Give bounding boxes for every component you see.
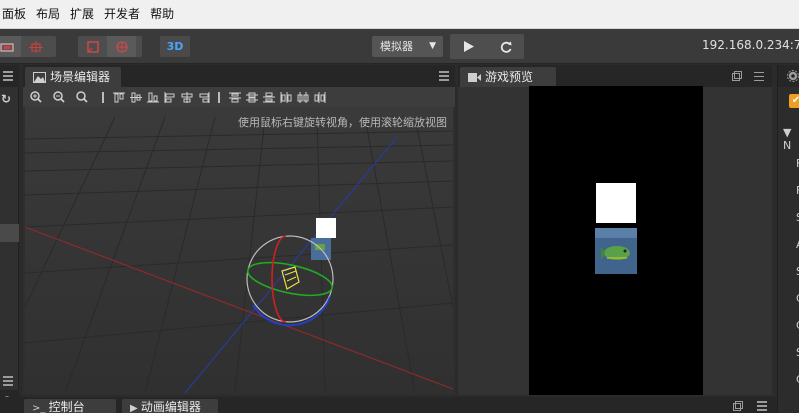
inspector-panel: ✔ ▼ N F F S A S C C S C xyxy=(777,65,799,413)
main-toolbar: 3D 模拟器 ▼ 192.168.0.234:745 xyxy=(0,29,799,64)
toolbar-divider xyxy=(218,91,220,103)
tab-game-preview-label: 游戏预览 xyxy=(485,70,534,84)
node-active-checkbox[interactable]: ✔ xyxy=(789,94,799,108)
hamburger-icon[interactable] xyxy=(3,71,13,81)
hamburger-icon[interactable] xyxy=(754,71,764,81)
hamburger-icon[interactable] xyxy=(439,71,449,81)
scene-3d-view xyxy=(25,107,453,393)
grid-icon xyxy=(115,40,128,53)
inspector-tabstrip xyxy=(778,65,799,87)
gizmo-group xyxy=(0,36,56,57)
tab-animation-editor[interactable]: ▶ 动画编辑器 xyxy=(122,399,218,413)
play-icon xyxy=(463,41,474,52)
zoom-in-icon[interactable] xyxy=(30,91,47,103)
refresh-button[interactable] xyxy=(487,34,524,59)
distribute-vcenter-icon[interactable] xyxy=(243,91,260,103)
preview-url[interactable]: 192.168.0.234:745 xyxy=(702,38,799,52)
mountain-icon xyxy=(33,71,46,83)
menu-developer[interactable]: 开发者 xyxy=(99,0,145,29)
section-header[interactable]: ▼ N xyxy=(783,126,799,152)
play-controls xyxy=(450,34,524,59)
menu-bar: 面板 布局 扩展 开发者 帮助 xyxy=(0,0,799,29)
scene-tabstrip: 场景编辑器 xyxy=(23,65,455,87)
grid-tool-button[interactable] xyxy=(107,36,136,57)
tab-animation-editor-label: 动画编辑器 xyxy=(140,400,201,413)
film-icon: ▶ xyxy=(130,403,141,413)
align-top-icon[interactable] xyxy=(110,91,127,103)
play-button[interactable] xyxy=(450,34,487,59)
hamburger-icon[interactable] xyxy=(757,401,767,411)
distribute-left-icon[interactable] xyxy=(277,91,294,103)
local-global-toggle-button[interactable] xyxy=(21,36,50,57)
distribute-right-icon[interactable] xyxy=(311,91,328,103)
viewport-hint: 使用鼠标右键旋转视角，使用滚轮缩放视图 xyxy=(238,116,447,129)
game-canvas[interactable] xyxy=(529,86,703,395)
video-camera-icon xyxy=(468,72,481,82)
gear-icon[interactable] xyxy=(787,70,799,82)
align-hcenter-icon[interactable] xyxy=(178,91,195,103)
game-preview-panel: 游戏预览 xyxy=(458,65,772,395)
hierarchy-tabstrip xyxy=(0,65,19,87)
toolbar-divider xyxy=(102,91,104,103)
distribute-hcenter-icon[interactable] xyxy=(294,91,311,103)
crosshair-icon xyxy=(28,40,43,53)
fish-cube-sprite xyxy=(595,228,637,274)
simulator-select[interactable]: 模拟器 ▼ xyxy=(372,36,443,57)
popout-icon[interactable] xyxy=(732,71,742,81)
popout-icon[interactable] xyxy=(733,401,743,411)
align-vcenter-icon[interactable] xyxy=(127,91,144,103)
distribute-bottom-icon[interactable] xyxy=(260,91,277,103)
game-panel-actions xyxy=(732,71,764,81)
scene-viewport[interactable]: 使用鼠标右键旋转视角，使用滚轮缩放视图 xyxy=(25,107,453,393)
simulator-label: 模拟器 xyxy=(380,40,413,53)
tab-scene-editor[interactable]: 场景编辑器 xyxy=(25,67,121,87)
terminal-icon: >_ xyxy=(32,403,49,413)
tab-scene-editor-label: 场景编辑器 xyxy=(50,70,111,84)
menu-extensions[interactable]: 扩展 xyxy=(65,0,99,29)
scene-editor-panel: 场景编辑器 使用鼠标右键旋转视角，使用滚轮缩放视图 xyxy=(23,65,455,395)
distribute-top-icon[interactable] xyxy=(226,91,243,103)
align-right-icon[interactable] xyxy=(195,91,212,103)
white-sprite xyxy=(596,183,636,223)
zoom-out-icon[interactable] xyxy=(53,91,70,103)
menu-help[interactable]: 帮助 xyxy=(145,0,179,29)
refresh-icon xyxy=(500,41,511,53)
selected-node-row[interactable] xyxy=(0,224,19,242)
menu-panel[interactable]: 面板 xyxy=(0,0,31,29)
pivot-icon xyxy=(0,42,14,52)
align-left-icon[interactable] xyxy=(161,91,178,103)
view-group xyxy=(78,36,142,57)
pivot-toggle-button[interactable] xyxy=(0,36,21,57)
align-bottom-icon[interactable] xyxy=(144,91,161,103)
bottom-tabstrip: >_ 控制台 ▶ 动画编辑器 xyxy=(0,397,777,413)
tab-console[interactable]: >_ 控制台 xyxy=(24,399,116,413)
tab-game-preview[interactable]: 游戏预览 xyxy=(460,67,556,87)
hamburger-icon[interactable] xyxy=(3,376,13,386)
game-tabstrip: 游戏预览 xyxy=(458,65,772,87)
tab-console-label: 控制台 xyxy=(48,400,85,413)
hierarchy-panel: ↻ xyxy=(0,65,19,413)
zoom-reset-icon[interactable] xyxy=(76,91,93,103)
rect-tool-button[interactable] xyxy=(78,36,107,57)
fish-icon xyxy=(595,228,637,274)
mode-3d-button[interactable]: 3D xyxy=(160,36,190,57)
refresh-icon[interactable]: ↻ xyxy=(1,92,11,106)
scene-toolbar xyxy=(23,87,455,107)
white-sprite-node[interactable] xyxy=(316,218,336,238)
menu-layout[interactable]: 布局 xyxy=(31,0,65,29)
chevron-down-icon: ▼ xyxy=(429,41,436,51)
rect-icon xyxy=(86,40,99,53)
